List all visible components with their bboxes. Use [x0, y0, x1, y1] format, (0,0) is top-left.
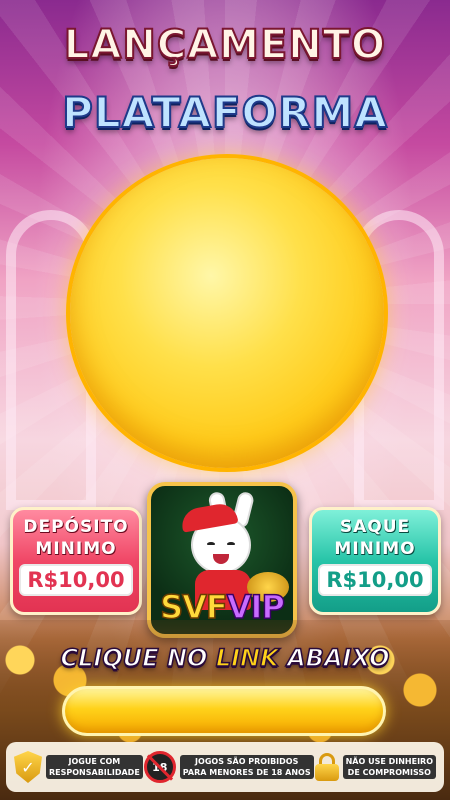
title-line-1: LANÇAMENTO — [63, 21, 387, 69]
cta-text-highlight: LINK — [215, 643, 279, 673]
footer-text-responsibility-line2: RESPONSABILIDADE — [49, 768, 140, 777]
withdraw-label-line1: SAQUE — [339, 517, 411, 537]
cta-text-after: ABAIXO — [278, 643, 390, 673]
shield-check-icon: ✓ — [14, 751, 42, 783]
deposit-label-line1: DEPÓSITO — [23, 517, 129, 537]
footer-text-money-line1: NÃO USE DINHEIRO — [345, 757, 433, 766]
footer-item-responsibility: ✓ JOGUE COM RESPONSABILIDADE — [14, 751, 143, 783]
title-line-2: PLATAFORMA — [61, 87, 388, 138]
footer-text-age-line1: JOGOS SÃO PROIBIDOS — [195, 757, 299, 766]
deposit-value: R$10,00 — [19, 564, 133, 596]
responsibility-footer: ✓ JOGUE COM RESPONSABILIDADE 18 JOGOS SÃ… — [6, 742, 444, 792]
no-under-18-icon: 18 — [143, 751, 176, 783]
cta-text: CLIQUE NO LINK ABAIXO — [0, 643, 450, 673]
footer-item-age: 18 JOGOS SÃO PROIBIDOS PARA MENORES DE 1… — [143, 751, 314, 783]
footer-text-age-line2: PARA MENORES DE 18 ANOS — [182, 768, 311, 777]
deposit-minimum-box: DEPÓSITO MINIMO R$10,00 — [10, 507, 142, 615]
footer-text-responsibility-line1: JOGUE COM — [68, 757, 121, 766]
bunny-eye-left — [207, 542, 215, 546]
cta-text-before: CLIQUE NO — [60, 643, 216, 673]
withdraw-label-line2: MINIMO — [334, 539, 416, 559]
withdraw-value: R$10,00 — [318, 564, 432, 596]
svfvip-logo[interactable]: SVFVIP — [147, 482, 297, 638]
link-button[interactable] — [62, 686, 386, 736]
withdraw-minimum-box: SAQUE MINIMO R$10,00 — [309, 507, 441, 615]
deposit-label-line2: MINIMO — [35, 539, 117, 559]
bunny-eye-right — [227, 542, 235, 546]
footer-text-money: NÃO USE DINHEIRO DE COMPROMISSO — [342, 755, 436, 779]
footer-text-age: JOGOS SÃO PROIBIDOS PARA MENORES DE 18 A… — [179, 755, 314, 779]
lock-icon — [314, 753, 339, 781]
golden-orb — [70, 158, 384, 468]
footer-item-money: NÃO USE DINHEIRO DE COMPROMISSO — [314, 753, 436, 781]
footer-text-money-line2: DE COMPROMISSO — [347, 768, 431, 777]
footer-text-responsibility: JOGUE COM RESPONSABILIDADE — [46, 755, 143, 779]
